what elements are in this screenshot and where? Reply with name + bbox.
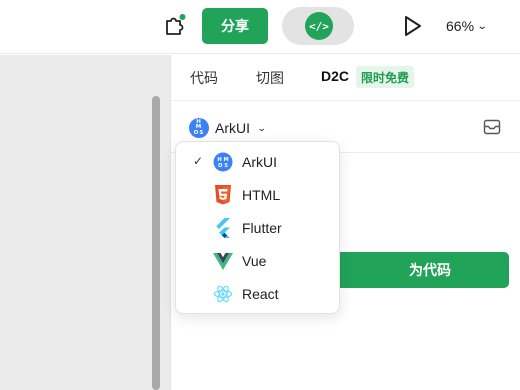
notification-dot [179,14,186,20]
design-canvas[interactable] [0,55,170,390]
checkmark-icon: ✓ [193,154,204,168]
option-label: HTML [242,187,281,203]
chevron-down-icon: ⌄ [256,122,267,133]
tab-slice[interactable]: 切图 [256,68,284,88]
option-label: Vue [242,253,267,269]
vue-icon [213,251,233,271]
flutter-icon [213,218,233,238]
play-icon [405,16,421,36]
tab-code[interactable]: 代码 [190,68,218,88]
dev-mode-toggle[interactable]: </> [282,7,354,45]
html5-icon [213,185,233,205]
framework-select[interactable]: HMOS ArkUI ⌄ [189,117,267,139]
share-button[interactable]: 分享 [202,8,268,44]
present-button[interactable] [400,13,426,39]
hmos-logo-text: HMOS [193,118,205,136]
free-badge: 限时免费 [356,66,415,88]
option-arkui[interactable]: ✓ H M O S ArkUI [176,146,339,178]
zoom-dropdown[interactable]: 66% ⌄ [446,14,488,38]
hmos-logo-icon: HMOS [189,118,209,138]
react-icon [213,284,233,304]
puzzle-plugin-icon [166,14,186,35]
option-label: Flutter [242,220,282,236]
code-icon: </> [305,12,333,40]
canvas-scrollbar[interactable] [152,96,160,390]
zoom-level: 66% [446,18,475,34]
convert-to-code-button[interactable]: 为代码 [321,252,509,288]
option-react[interactable]: React [176,278,339,310]
selected-framework: ArkUI [215,120,250,136]
panel-tabs: 代码 切图 D2C 限时免费 [171,55,520,101]
chevron-down-icon: ⌄ [476,20,488,32]
option-flutter[interactable]: Flutter [176,212,339,244]
plugins-button[interactable] [160,10,190,40]
inbox-button[interactable] [482,117,502,137]
option-html[interactable]: HTML [176,179,339,211]
hmos-logo-icon: H M O S [213,152,233,172]
tab-d2c[interactable]: D2C [321,68,349,84]
inbox-icon [483,119,501,135]
option-label: React [242,286,279,302]
top-toolbar: 分享 </> 66% ⌄ [0,0,520,54]
option-vue[interactable]: Vue [176,245,339,277]
svg-text:O S: O S [218,163,228,169]
framework-dropdown: ✓ H M O S ArkUI HTML Flutter Vue React [175,141,340,314]
option-label: ArkUI [242,154,277,170]
